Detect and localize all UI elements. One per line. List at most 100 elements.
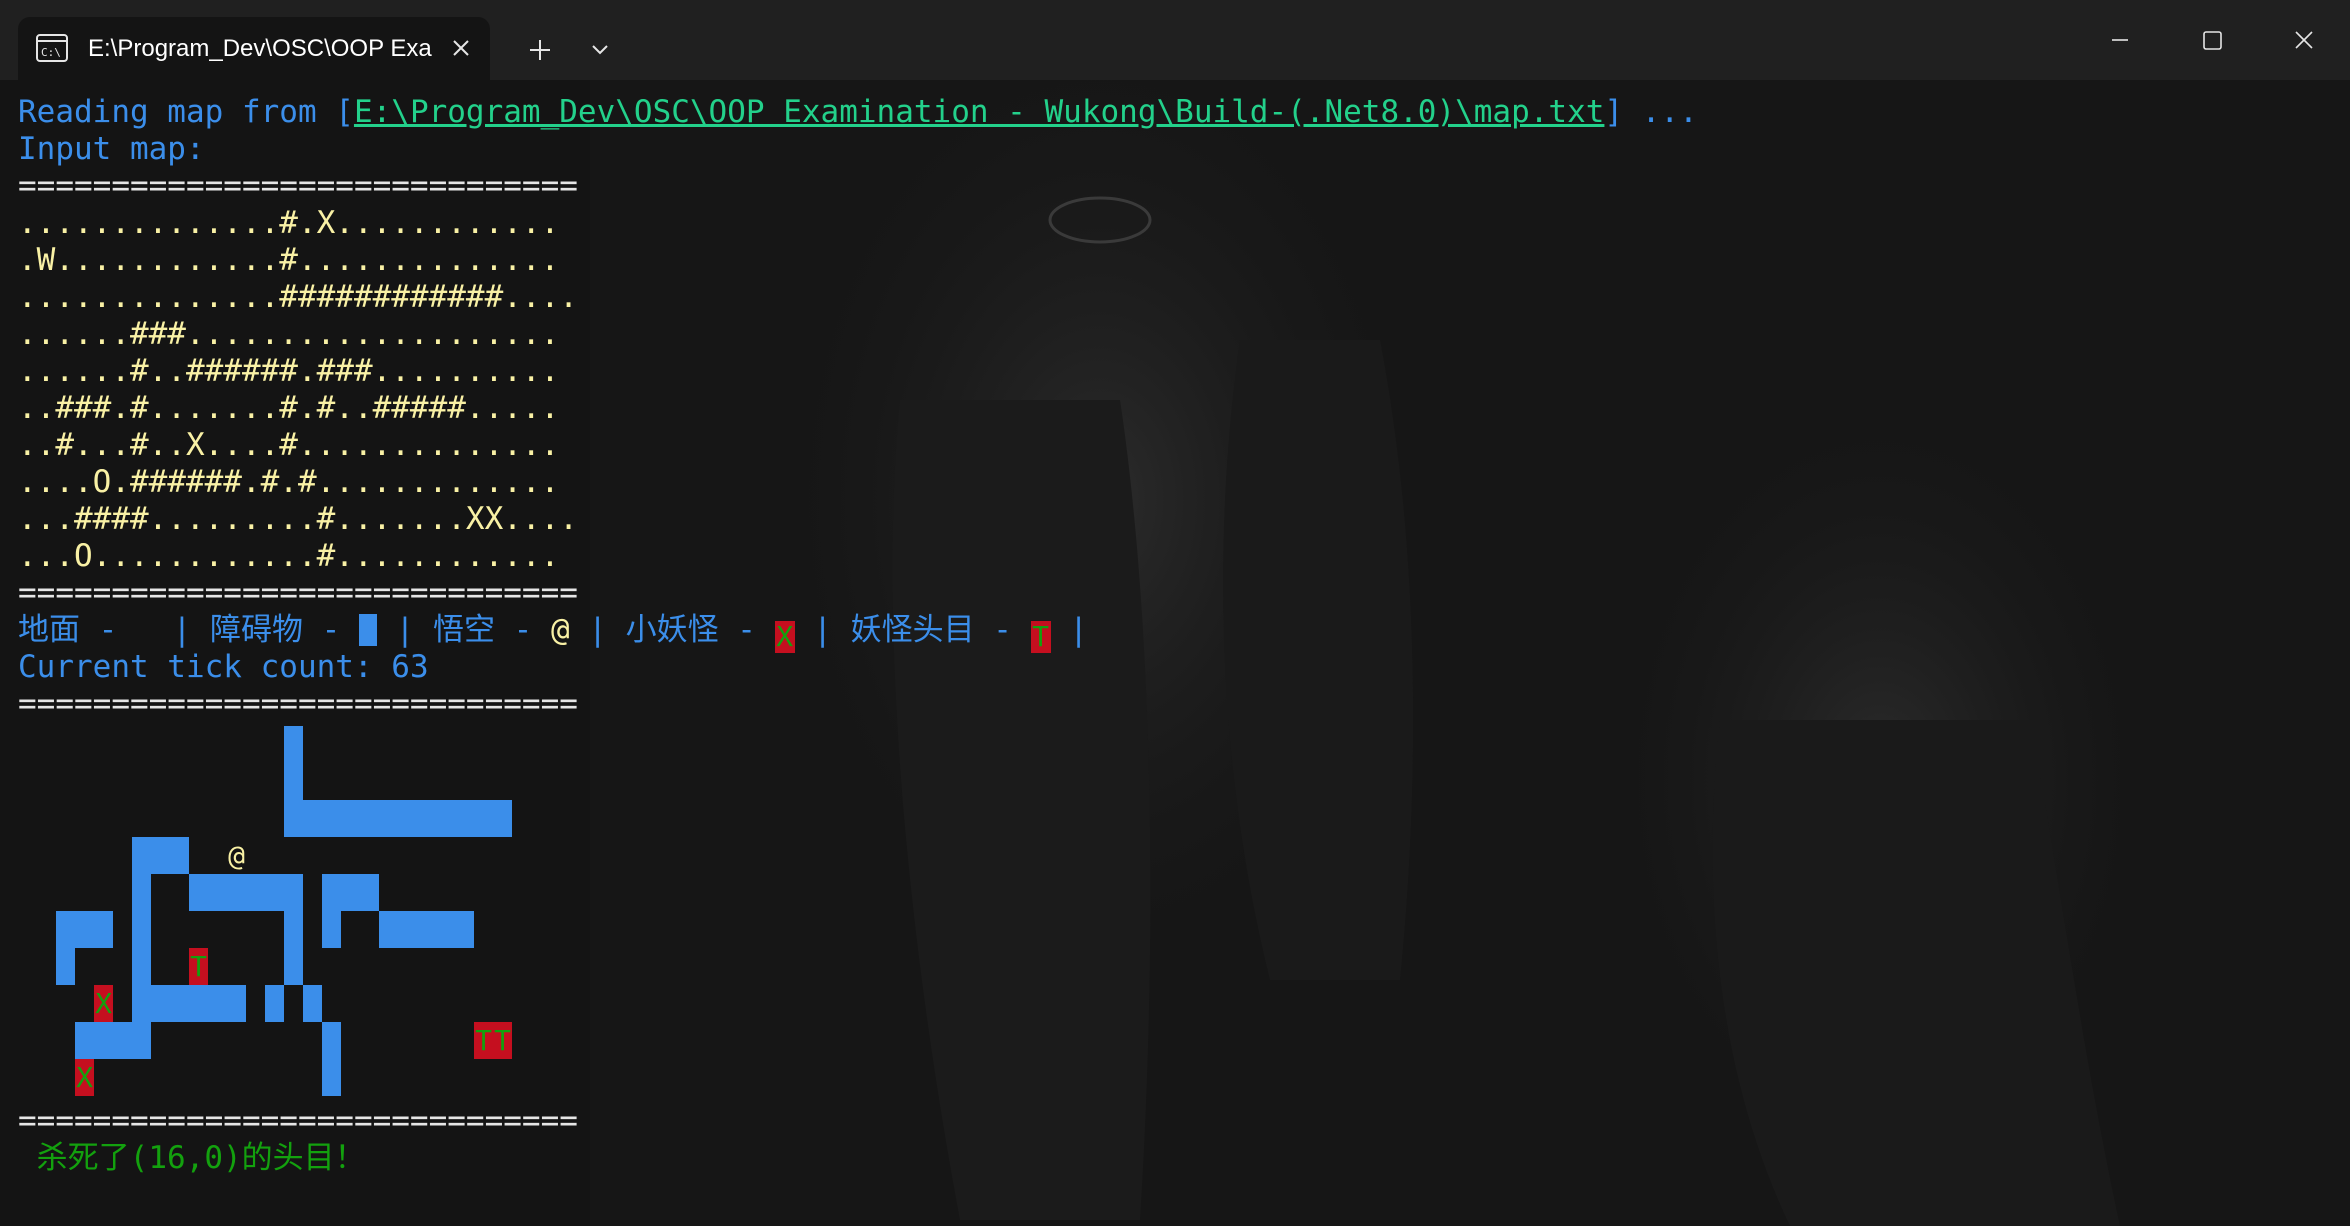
svg-text:C:\: C:\ [41,46,61,59]
close-tab-icon[interactable] [446,33,476,63]
map-row: ..###.#.......#.#..#####..... [18,390,560,426]
wall-cell [208,985,227,1022]
wall-cell [284,800,303,837]
wall-cell [341,800,360,837]
wall-cell [246,874,265,911]
wall-cell [75,911,94,948]
legend-minion-label: | 小妖怪 - [569,612,775,648]
separator-line: ============================== [18,1103,578,1139]
chevron-down-icon[interactable] [580,32,620,68]
tick-label: Current tick count: [18,649,392,685]
wall-cell [94,911,113,948]
map-row: ......###.................... [18,316,560,352]
kill-message: 杀死了(16,0)的头目！ [18,1140,366,1176]
wall-cell [75,1022,94,1059]
map-path-link[interactable]: E:\Program_Dev\OSC\OOP Examination - Wuk… [354,94,1604,130]
wall-cell [322,874,341,911]
wall-cell [322,800,341,837]
legend-ground-label: 地面 - [18,612,136,648]
wall-cell [170,837,189,874]
wall-cell [417,911,436,948]
wall-cell [132,948,151,985]
legend-end-bar: | [1050,612,1088,648]
tick-count: 63 [391,649,429,685]
wall-cell [208,874,227,911]
rendered-map-grid: T X T T X @ [18,726,588,1098]
wall-cell [227,874,246,911]
wall-cell [189,985,208,1022]
separator-line: ============================== [18,168,578,204]
reading-map-line: Reading map from [E:\Program_Dev\OSC\OOP… [18,94,1698,130]
wall-cell [170,985,189,1022]
wall-cell [398,800,417,837]
wall-cell [379,800,398,837]
minion-cell: X [94,985,113,1022]
map-row: ..#...#..X....#.............. [18,427,560,463]
reading-prefix: Reading map from [18,94,336,130]
separator-line: ============================== [18,686,578,722]
map-row: ......#..######.###.......... [18,353,560,389]
wall-cell [132,985,151,1022]
wall-cell [322,1059,341,1096]
wall-cell [284,948,303,985]
terminal-tab[interactable]: C:\ E:\Program_Dev\OSC\OOP Exa [18,17,490,80]
input-map-label: Input map: [18,131,205,167]
boss-cell: T [474,1022,493,1059]
legend-wukong-label: | 悟空 - [376,612,551,648]
wall-cell [398,911,417,948]
new-tab-plus-icon[interactable] [520,32,560,68]
reading-bracket-open: [ [335,94,354,130]
wall-cell [284,911,303,948]
wall-cell [360,874,379,911]
terminal-window: C:\ E:\Program_Dev\OSC\OOP Exa Reading m… [0,0,2350,1226]
map-row: ..............############.... [18,279,578,315]
wall-cell [341,874,360,911]
wall-cell [436,800,455,837]
wall-cell [455,800,474,837]
wall-cell [493,800,512,837]
wall-cell [132,837,151,874]
boss-cell: T [493,1022,512,1059]
wukong-cell: @ [228,839,245,872]
wall-cell [132,911,151,948]
title-bar: C:\ E:\Program_Dev\OSC\OOP Exa [0,0,2350,80]
legend-ground-sample [136,618,154,650]
legend-wukong-symbol: @ [550,612,570,648]
wall-cell [455,911,474,948]
wall-cell [265,985,284,1022]
wall-cell [322,911,341,948]
legend-line: 地面 - | 障碍物 - | 悟空 - @ | 小妖怪 - X | 妖怪头目 -… [18,612,1088,653]
wall-cell [56,911,75,948]
wall-cell [474,800,493,837]
wall-cell [284,726,303,763]
wall-cell [417,800,436,837]
map-row: .W............#.............. [18,242,560,278]
boss-cell: T [189,948,208,985]
wall-cell [284,874,303,911]
wall-cell [360,800,379,837]
wall-cell [322,1022,341,1059]
map-row: ...####.........#.......XX.... [18,501,578,537]
legend-boss-symbol: T [1030,620,1051,653]
tab-title: E:\Program_Dev\OSC\OOP Exa [88,35,432,62]
wall-cell [284,763,303,800]
wall-cell [303,985,322,1022]
wall-cell [132,874,151,911]
maximize-icon[interactable] [2192,20,2232,60]
legend-obstacle-swatch [358,614,377,646]
map-row: ....O.######.#.#............. [18,464,560,500]
wall-cell [303,800,322,837]
map-row: ..............#.X............ [18,205,560,241]
terminal-output[interactable]: Reading map from [E:\Program_Dev\OSC\OOP… [0,80,2350,1226]
wall-cell [151,837,170,874]
minimize-icon[interactable] [2100,20,2140,60]
wall-cell [94,1022,113,1059]
close-window-icon[interactable] [2284,20,2324,60]
wall-cell [151,985,170,1022]
wall-cell [132,1022,151,1059]
minion-cell: X [75,1059,94,1096]
tick-count-line: Current tick count: 63 [18,649,429,685]
wall-cell [379,911,398,948]
wall-cell [189,874,208,911]
separator-line: ============================== [18,575,578,611]
